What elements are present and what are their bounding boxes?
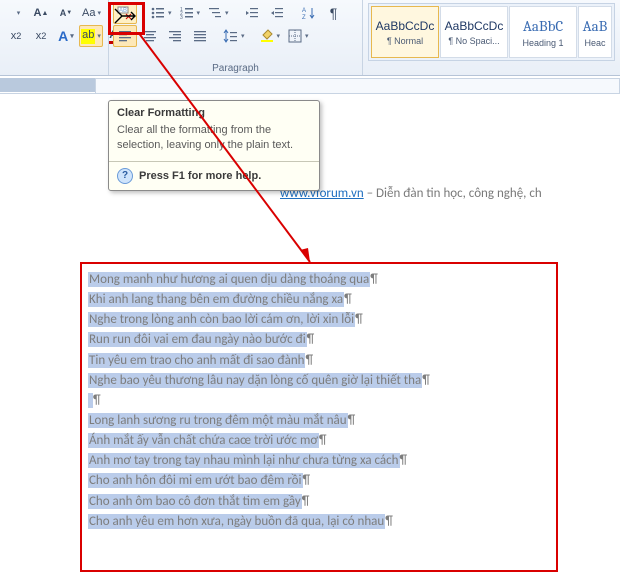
align-center-icon [142, 28, 158, 44]
justify-button[interactable] [188, 25, 212, 47]
annotation-red-box [80, 262, 558, 572]
change-case-button[interactable]: Aa [79, 2, 104, 24]
style-heading-1[interactable]: AaBbCHeading 1 [509, 6, 577, 58]
multilevel-icon [207, 5, 223, 21]
grow-font-button[interactable]: A▲ [29, 2, 53, 24]
svg-text:Z: Z [302, 15, 306, 21]
shrink-font-button[interactable]: A▼ [54, 2, 78, 24]
text-effects-button[interactable]: A [54, 25, 78, 47]
highlight-color-button[interactable]: ab [79, 25, 103, 47]
font-size-dropdown[interactable] [4, 2, 28, 24]
shading-button[interactable] [256, 25, 284, 47]
multilevel-list-button[interactable] [204, 2, 232, 24]
align-right-icon [167, 28, 183, 44]
styles-gallery[interactable]: AaBbCcDc¶ Normal AaBbCcDc¶ No Spaci... A… [368, 3, 615, 61]
line-spacing-button[interactable] [220, 25, 248, 47]
borders-icon [287, 28, 303, 44]
borders-button[interactable] [284, 25, 312, 47]
indent-icon [269, 5, 285, 21]
style-no-spacing[interactable]: AaBbCcDc¶ No Spaci... [440, 6, 508, 58]
clear-formatting-button[interactable]: AB [113, 2, 137, 24]
tooltip-body: Clear all the formatting from the select… [109, 121, 319, 161]
show-paragraph-marks-button[interactable]: ¶ [322, 2, 346, 24]
align-center-button[interactable] [138, 25, 162, 47]
header-text: – Diễn đàn tin học, công nghệ, ch [364, 186, 542, 201]
help-icon: ? [117, 168, 133, 184]
svg-text:AB: AB [119, 8, 127, 14]
sort-icon: AZ [301, 5, 317, 21]
justify-icon [192, 28, 208, 44]
paint-bucket-icon [259, 28, 275, 44]
align-right-button[interactable] [163, 25, 187, 47]
sort-button[interactable]: AZ [297, 2, 321, 24]
svg-text:A: A [302, 8, 306, 14]
outdent-icon [244, 5, 260, 21]
subscript-button[interactable]: x2 [4, 25, 28, 47]
style-normal[interactable]: AaBbCcDc¶ Normal [371, 6, 439, 58]
bullets-icon [150, 5, 166, 21]
bullets-button[interactable] [147, 2, 175, 24]
numbering-icon: 123 [179, 5, 195, 21]
tooltip-title: Clear Formatting [109, 101, 319, 121]
svg-text:3: 3 [180, 15, 183, 21]
numbering-button[interactable]: 123 [176, 2, 204, 24]
clear-formatting-icon: AB [117, 5, 133, 21]
increase-indent-button[interactable] [265, 2, 289, 24]
clear-formatting-tooltip: Clear Formatting Clear all the formattin… [108, 100, 320, 191]
font-group-title [4, 62, 104, 75]
horizontal-ruler[interactable] [0, 77, 620, 94]
align-left-icon [117, 28, 133, 44]
decrease-indent-button[interactable] [240, 2, 264, 24]
line-spacing-icon [223, 28, 239, 44]
paragraph-group-title: Paragraph [113, 62, 358, 75]
align-left-button[interactable] [113, 25, 137, 47]
tooltip-help-text: Press F1 for more help. [139, 170, 261, 182]
style-heading-2[interactable]: AaBHeac [578, 6, 612, 58]
superscript-button[interactable]: x2 [29, 25, 53, 47]
